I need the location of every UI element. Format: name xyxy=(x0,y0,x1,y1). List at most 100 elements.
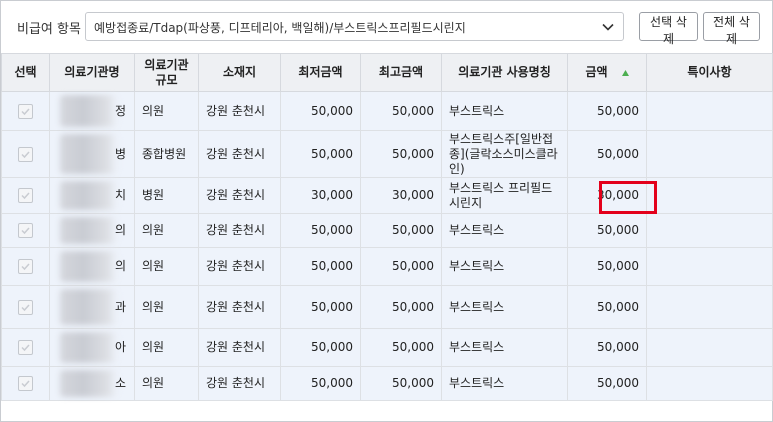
header-max-price[interactable]: 최고금액 xyxy=(360,53,442,92)
institution-name-cell[interactable]: 치 xyxy=(49,177,135,214)
note-cell xyxy=(646,130,773,178)
delete-all-button[interactable]: 전체 삭제 xyxy=(703,12,760,46)
location-cell: 강원 춘천시 xyxy=(198,285,281,329)
min-price-cell: 50,000 xyxy=(280,130,361,178)
row-checkbox[interactable] xyxy=(18,146,33,162)
header-price[interactable]: 금액 xyxy=(567,53,647,92)
price-cell: 50,000 xyxy=(567,91,647,131)
location-cell: 강원 춘천시 xyxy=(198,328,281,367)
table-row[interactable]: 과 의원 강원 춘천시 50,000 50,000 부스트릭스 50,000 xyxy=(1,285,773,329)
item-select[interactable]: 예방접종료/Tdap(파상풍, 디프테리아, 백일해)/부스트릭스프리필드시린지 xyxy=(85,12,624,41)
institution-name-cell[interactable]: 과 xyxy=(49,285,135,329)
institution-name-cell[interactable]: 의 xyxy=(49,213,135,248)
min-price-cell: 50,000 xyxy=(280,247,361,286)
usage-name-cell: 부스트릭스 프리필드시린지 xyxy=(441,177,568,214)
redacted-name xyxy=(60,217,118,244)
row-checkbox[interactable] xyxy=(18,223,33,238)
item-select-value: 예방접종료/Tdap(파상풍, 디프테리아, 백일해)/부스트릭스프리필드시린지 xyxy=(94,21,466,35)
header-select: 선택 xyxy=(1,53,50,92)
institution-name-cell[interactable]: 병 xyxy=(49,130,135,178)
header-institution-scale[interactable]: 의료기관 규모 xyxy=(134,53,199,92)
redacted-name xyxy=(60,370,118,397)
table-row[interactable]: 치 병원 강원 춘천시 30,000 30,000 부스트릭스 프리필드시린지 30,000 xyxy=(1,177,773,214)
redacted-name xyxy=(60,134,118,174)
row-checkbox[interactable] xyxy=(18,340,33,355)
max-price-cell: 50,000 xyxy=(360,130,442,178)
redacted-name xyxy=(60,251,118,282)
usage-name-cell: 부스트릭스 xyxy=(441,91,568,131)
institution-name-cell[interactable]: 소 xyxy=(49,366,135,401)
redacted-name xyxy=(60,289,118,325)
redacted-name xyxy=(60,181,118,210)
table-row[interactable]: 정 의원 강원 춘천시 50,000 50,000 부스트릭스 50,000 xyxy=(1,91,773,131)
row-select-cell xyxy=(1,130,50,178)
row-checkbox[interactable] xyxy=(18,376,33,391)
price-cell: 50,000 xyxy=(567,366,647,401)
table-row[interactable]: 소 의원 강원 춘천시 50,000 50,000 부스트릭스 50,000 xyxy=(1,366,773,401)
check-icon xyxy=(21,150,30,158)
note-cell xyxy=(646,285,773,329)
institution-name-tail: 아 xyxy=(114,340,126,354)
header-min-price[interactable]: 최저금액 xyxy=(280,53,361,92)
redacted-name xyxy=(60,95,118,127)
header-location[interactable]: 소재지 xyxy=(198,53,281,92)
table-row[interactable]: 아 의원 강원 춘천시 50,000 50,000 부스트릭스 50,000 xyxy=(1,328,773,367)
note-cell xyxy=(646,91,773,131)
sort-up-icon xyxy=(621,69,629,76)
institution-name-cell[interactable]: 의 xyxy=(49,247,135,286)
institution-scale-cell: 의원 xyxy=(134,366,199,401)
institution-name-tail: 소 xyxy=(114,376,126,390)
usage-name-cell: 부스트릭스 xyxy=(441,213,568,248)
min-price-cell: 50,000 xyxy=(280,328,361,367)
filter-label: 비급여 항목 xyxy=(17,22,81,37)
location-cell: 강원 춘천시 xyxy=(198,177,281,214)
institution-name-tail: 병 xyxy=(114,146,126,161)
chevron-down-icon xyxy=(602,23,614,31)
max-price-cell: 50,000 xyxy=(360,285,442,329)
note-cell xyxy=(646,247,773,286)
table-row[interactable]: 병 종합병원 강원 춘천시 50,000 50,000 부스트릭스주[일반접종](글락소스… xyxy=(1,130,773,178)
institution-scale-cell: 의원 xyxy=(134,328,199,367)
min-price-cell: 50,000 xyxy=(280,91,361,131)
price-table: 선택 의료기관명 의료기관 규모 소재지 최저금액 최고금액 의료기관 사용명칭… xyxy=(1,53,773,401)
row-checkbox[interactable] xyxy=(18,259,33,274)
table-row[interactable]: 의 의원 강원 춘천시 50,000 50,000 부스트릭스 50,000 xyxy=(1,213,773,248)
row-select-cell xyxy=(1,366,50,401)
delete-selected-button[interactable]: 선택 삭제 xyxy=(639,12,698,46)
header-institution-name[interactable]: 의료기관명 xyxy=(49,53,135,92)
row-select-cell xyxy=(1,91,50,131)
institution-name-tail: 의 xyxy=(114,259,126,273)
institution-name-cell[interactable]: 정 xyxy=(49,91,135,131)
location-cell: 강원 춘천시 xyxy=(198,366,281,401)
usage-name-cell: 부스트릭스 xyxy=(441,285,568,329)
location-cell: 강원 춘천시 xyxy=(198,91,281,131)
institution-name-cell[interactable]: 아 xyxy=(49,328,135,367)
institution-scale-cell: 종합병원 xyxy=(134,130,199,178)
row-checkbox[interactable] xyxy=(18,299,33,315)
min-price-cell: 50,000 xyxy=(280,213,361,248)
location-cell: 강원 춘천시 xyxy=(198,247,281,286)
max-price-cell: 50,000 xyxy=(360,366,442,401)
row-select-cell xyxy=(1,328,50,367)
row-select-cell xyxy=(1,213,50,248)
max-price-cell: 50,000 xyxy=(360,247,442,286)
max-price-cell: 50,000 xyxy=(360,213,442,248)
row-select-cell xyxy=(1,247,50,286)
row-checkbox[interactable] xyxy=(18,103,33,119)
usage-name-cell: 부스트릭스 xyxy=(441,247,568,286)
price-cell: 50,000 xyxy=(567,247,647,286)
usage-name-cell: 부스트릭스주[일반접종](글락소스미스클라인) xyxy=(441,130,568,178)
filter-bar: 비급여 항목 예방접종료/Tdap(파상풍, 디프테리아, 백일해)/부스트릭스… xyxy=(1,1,772,53)
price-cell: 50,000 xyxy=(567,213,647,248)
row-checkbox[interactable] xyxy=(18,188,33,203)
table-row[interactable]: 의 의원 강원 춘천시 50,000 50,000 부스트릭스 50,000 xyxy=(1,247,773,286)
institution-name-tail: 치 xyxy=(114,188,126,202)
redacted-name xyxy=(60,332,118,363)
header-usage-name[interactable]: 의료기관 사용명칭 xyxy=(441,53,568,92)
price-cell: 30,000 xyxy=(567,177,647,214)
max-price-cell: 50,000 xyxy=(360,91,442,131)
usage-name-cell: 부스트릭스 xyxy=(441,328,568,367)
institution-scale-cell: 의원 xyxy=(134,285,199,329)
check-icon xyxy=(21,227,30,235)
price-cell: 50,000 xyxy=(567,285,647,329)
